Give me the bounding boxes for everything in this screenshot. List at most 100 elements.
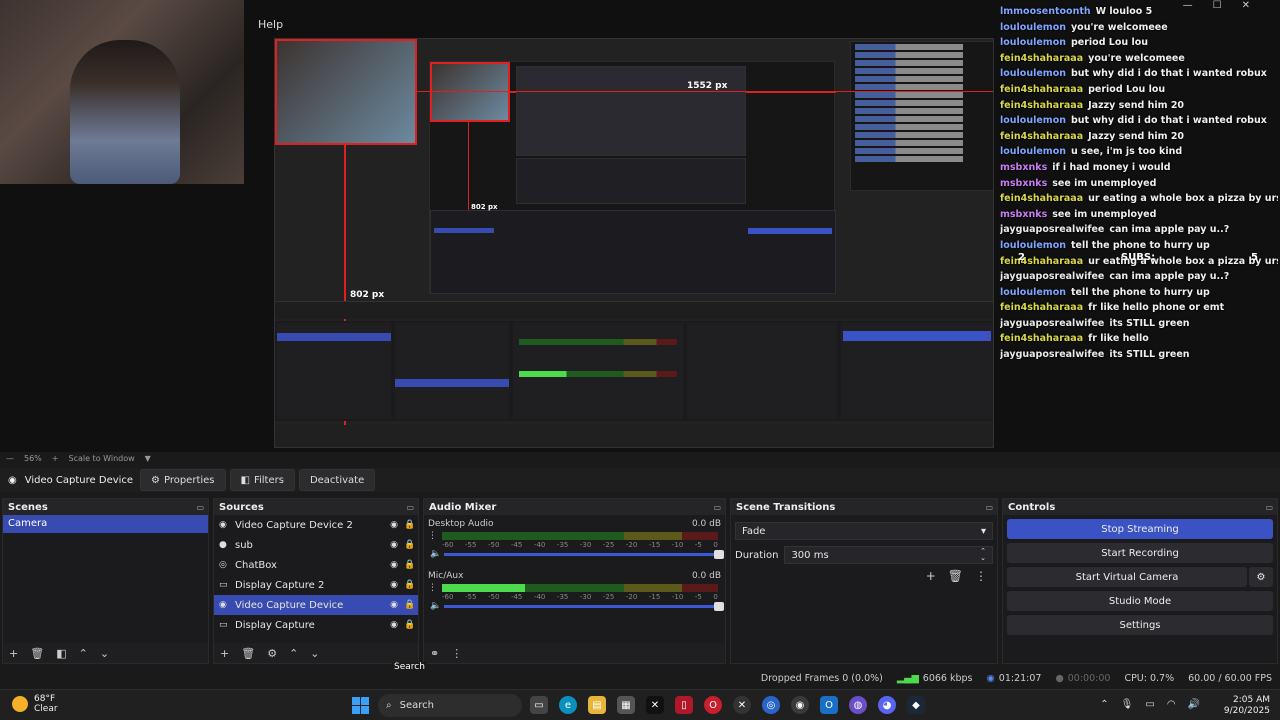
source-item[interactable]: ◉ Video Capture Device ◉ 🔒 bbox=[214, 595, 418, 615]
meter-tick: -45 bbox=[510, 541, 523, 549]
deactivate-button[interactable]: Deactivate bbox=[298, 469, 376, 491]
scale-mode[interactable]: Scale to Window bbox=[68, 454, 134, 463]
file-explorer-icon[interactable]: ▤ bbox=[588, 696, 606, 714]
lock-icon[interactable]: 🔒 bbox=[402, 560, 418, 570]
transition-select[interactable]: Fade ▾ bbox=[735, 522, 993, 540]
outlook-icon[interactable]: O bbox=[820, 696, 838, 714]
duration-input[interactable]: 300 ms ⌃ ⌄ bbox=[784, 546, 993, 564]
add-icon[interactable]: + bbox=[9, 647, 18, 660]
chevron-down-icon[interactable]: ▼ bbox=[145, 454, 151, 463]
taskbar-search[interactable]: ⌕ Search bbox=[378, 694, 522, 717]
lock-icon[interactable]: 🔒 bbox=[402, 520, 418, 530]
lock-icon[interactable]: 🔒 bbox=[402, 580, 418, 590]
nested-capture bbox=[429, 61, 836, 294]
trash-icon[interactable]: 🗑 bbox=[948, 569, 963, 583]
scene-item-camera[interactable]: Camera bbox=[3, 515, 208, 533]
start-recording-button[interactable]: Start Recording bbox=[1007, 543, 1273, 563]
weather-widget[interactable]: 68°F Clear bbox=[12, 694, 58, 714]
lock-icon[interactable]: 🔒 bbox=[402, 620, 418, 630]
settings-button[interactable]: Settings bbox=[1007, 615, 1273, 635]
down-arrow-icon[interactable]: ⌄ bbox=[100, 647, 109, 660]
volume-slider[interactable] bbox=[444, 602, 724, 611]
studio-mode-button[interactable]: Studio Mode bbox=[1007, 591, 1273, 611]
source-item[interactable]: ▭ Display Capture 2 ◉ 🔒 bbox=[214, 575, 418, 595]
spinner-icon[interactable]: ⌃ ⌄ bbox=[980, 548, 986, 562]
more-icon[interactable]: ⋮ bbox=[451, 647, 462, 660]
start-icon[interactable] bbox=[352, 697, 369, 714]
down-arrow-icon[interactable]: ⌄ bbox=[310, 647, 319, 660]
zoom-out-icon[interactable]: — bbox=[6, 454, 14, 463]
display-icon[interactable]: ▭ bbox=[1145, 699, 1154, 710]
help-menu[interactable]: Help bbox=[258, 18, 283, 31]
volume-icon[interactable]: 🔊 bbox=[1188, 699, 1200, 710]
source-item[interactable]: ● sub ◉ 🔒 bbox=[214, 535, 418, 555]
chat-text: ur eating a whole box a pizza by urself … bbox=[1088, 193, 1278, 205]
transitions-header: Scene Transitions ▭ bbox=[731, 499, 997, 515]
trash-icon[interactable]: 🗑 bbox=[30, 647, 44, 660]
undock-icon[interactable]: ▭ bbox=[1265, 503, 1277, 512]
lock-icon[interactable]: 🔒 bbox=[402, 540, 418, 550]
capcut-icon[interactable]: ✕ bbox=[646, 696, 664, 714]
store-icon[interactable]: ▦ bbox=[617, 696, 635, 714]
filters-button[interactable]: ◧ Filters bbox=[229, 469, 295, 491]
gear-icon[interactable]: ⚙ bbox=[267, 647, 277, 660]
source-item[interactable]: ▭ Display Capture ◉ 🔒 bbox=[214, 615, 418, 635]
controls-dock: Controls ▭ Stop Streaming Start Recordin… bbox=[1002, 498, 1278, 664]
red-app-icon[interactable]: ▯ bbox=[675, 696, 693, 714]
chat-text: Jazzy send him 20 bbox=[1088, 130, 1185, 142]
source-item[interactable]: ◎ ChatBox ◉ 🔒 bbox=[214, 555, 418, 575]
obs-icon[interactable]: ◉ bbox=[791, 696, 809, 714]
filter-icon[interactable]: ◧ bbox=[56, 647, 66, 660]
app-icon[interactable]: ◍ bbox=[849, 696, 867, 714]
duration-row: Duration 300 ms ⌃ ⌄ bbox=[731, 543, 997, 567]
discord-icon[interactable]: ◕ bbox=[878, 696, 896, 714]
speaker-icon[interactable]: 🔈 bbox=[430, 549, 441, 559]
selected-source-box[interactable] bbox=[275, 39, 417, 145]
trash-icon[interactable]: 🗑 bbox=[241, 647, 255, 660]
lock-icon[interactable]: 🔒 bbox=[402, 600, 418, 610]
clock[interactable]: 2:05 AM 9/20/2025 bbox=[1224, 695, 1270, 717]
undock-icon[interactable]: ▭ bbox=[985, 503, 997, 512]
edge-icon[interactable]: e bbox=[559, 696, 577, 714]
eye-icon[interactable]: ◉ bbox=[386, 620, 402, 630]
speaker-icon[interactable]: 🔈 bbox=[430, 601, 441, 611]
opera-icon[interactable]: O bbox=[704, 696, 722, 714]
undock-icon[interactable]: ▭ bbox=[713, 503, 725, 512]
steam-icon[interactable]: ◆ bbox=[907, 696, 925, 714]
chat-message: jayguaposrealwifee its STILL green bbox=[1000, 316, 1278, 332]
add-icon[interactable]: + bbox=[926, 569, 936, 583]
task-view-icon[interactable]: ▭ bbox=[530, 696, 548, 714]
more-icon[interactable]: ⋮ bbox=[428, 531, 438, 541]
record-icon: ● bbox=[1055, 672, 1064, 684]
undock-icon[interactable]: ▭ bbox=[406, 503, 418, 512]
chrome-icon[interactable]: ◎ bbox=[762, 696, 780, 714]
up-arrow-icon[interactable]: ⌃ bbox=[289, 647, 298, 660]
date: 9/20/2025 bbox=[1223, 706, 1270, 716]
gear-icon[interactable]: ⚙ bbox=[1249, 567, 1273, 587]
more-icon[interactable]: ⋮ bbox=[975, 569, 987, 583]
microphone-icon[interactable]: 🎙 bbox=[1121, 699, 1134, 710]
xbox-icon[interactable]: ✕ bbox=[733, 696, 751, 714]
controls-title: Controls bbox=[1008, 501, 1056, 513]
source-item[interactable]: ◉ Video Capture Device 2 ◉ 🔒 bbox=[214, 515, 418, 535]
eye-icon[interactable]: ◉ bbox=[386, 600, 402, 610]
properties-button[interactable]: ⚙ Properties bbox=[140, 469, 226, 491]
eye-icon[interactable]: ◉ bbox=[386, 540, 402, 550]
meter-tick: -50 bbox=[487, 541, 500, 549]
chevron-up-icon[interactable]: ⌃ bbox=[1100, 699, 1108, 710]
preview-canvas[interactable]: Help — ☐ ✕ 1552 px 802 px 802 px lmmoose… bbox=[0, 0, 1280, 452]
wifi-icon[interactable]: ◠ bbox=[1167, 699, 1176, 710]
zoom-in-icon[interactable]: + bbox=[52, 454, 59, 463]
up-arrow-icon[interactable]: ⌃ bbox=[79, 647, 88, 660]
start-virtual-camera-button[interactable]: Start Virtual Camera bbox=[1007, 567, 1247, 587]
volume-slider[interactable] bbox=[444, 550, 724, 559]
eye-icon[interactable]: ◉ bbox=[386, 520, 402, 530]
eye-icon[interactable]: ◉ bbox=[386, 560, 402, 570]
undock-icon[interactable]: ▭ bbox=[196, 503, 208, 512]
more-icon[interactable]: ⋮ bbox=[428, 583, 438, 593]
mixer-footer: ⚭ ⋮ bbox=[424, 643, 725, 663]
link-icon[interactable]: ⚭ bbox=[430, 647, 439, 660]
add-icon[interactable]: + bbox=[220, 647, 229, 660]
stop-streaming-button[interactable]: Stop Streaming bbox=[1007, 519, 1273, 539]
eye-icon[interactable]: ◉ bbox=[386, 580, 402, 590]
